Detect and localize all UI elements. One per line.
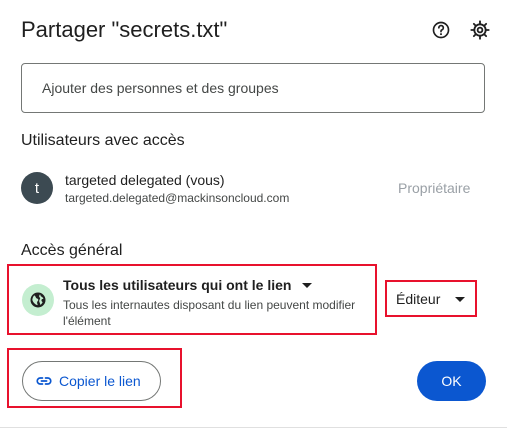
- user-name: targeted delegated (vous): [65, 172, 225, 188]
- copy-link-button[interactable]: Copier le lien: [22, 361, 161, 401]
- users-with-access-heading: Utilisateurs avec accès: [21, 132, 185, 149]
- dialog-title: Partager "secrets.txt": [21, 17, 228, 42]
- user-role-owner: Propriétaire: [398, 180, 471, 196]
- link-icon: [36, 377, 52, 385]
- highlight-box-general-access: [7, 264, 377, 335]
- gear-icon: [470, 20, 490, 40]
- add-people-input[interactable]: [21, 63, 485, 113]
- highlight-box-role: [385, 280, 477, 317]
- general-access-heading: Accès général: [21, 242, 123, 259]
- share-dialog: Partager "secrets.txt" Utilisateur: [0, 0, 507, 428]
- help-circle-icon: [432, 21, 450, 39]
- help-button[interactable]: [429, 18, 453, 42]
- ok-button[interactable]: OK: [417, 361, 486, 401]
- copy-link-label: Copier le lien: [59, 373, 141, 389]
- settings-button[interactable]: [468, 18, 492, 42]
- avatar: t: [21, 172, 53, 204]
- user-email: targeted.delegated@mackinsoncloud.com: [65, 191, 290, 205]
